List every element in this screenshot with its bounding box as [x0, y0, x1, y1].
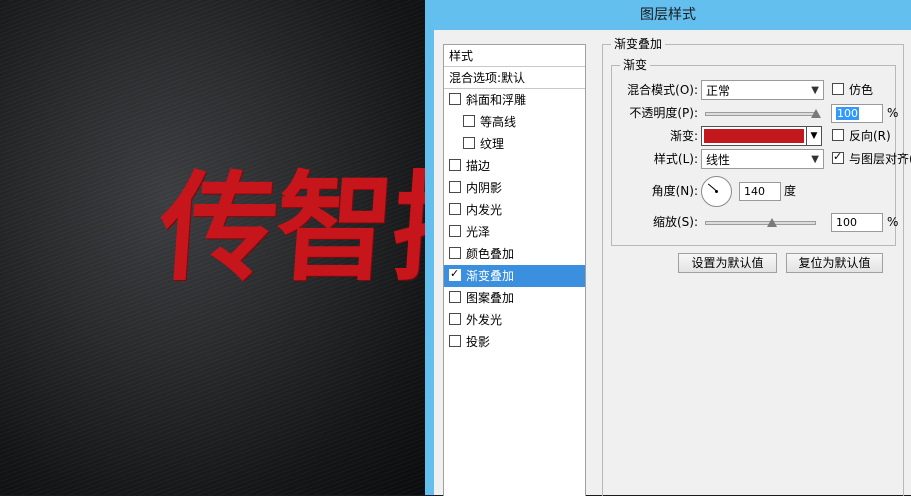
- style-item[interactable]: 图案叠加: [444, 287, 585, 309]
- opacity-input[interactable]: 100: [831, 104, 883, 123]
- angle-dial-center: [715, 190, 718, 193]
- angle-dial[interactable]: [701, 176, 732, 207]
- dither-option[interactable]: 仿色: [832, 80, 873, 100]
- gradient-style-value: 线性: [706, 153, 731, 167]
- angle-input[interactable]: 140: [739, 182, 781, 201]
- group-title: 渐变: [620, 58, 651, 72]
- angle-unit: 度: [784, 184, 797, 198]
- style-item-checkbox[interactable]: [449, 159, 461, 171]
- scale-input[interactable]: 100: [831, 213, 883, 232]
- style-item-checkbox[interactable]: [449, 93, 461, 105]
- canvas-clip: 传智插: [0, 0, 425, 495]
- style-item-label: 光泽: [466, 225, 491, 239]
- blend-options-item[interactable]: 混合选项:默认: [444, 67, 585, 89]
- style-item-checkbox[interactable]: [449, 181, 461, 193]
- style-item[interactable]: 颜色叠加: [444, 243, 585, 265]
- styles-header[interactable]: 样式: [444, 45, 585, 67]
- style-item[interactable]: 纹理: [444, 133, 585, 155]
- scale-slider[interactable]: [705, 221, 816, 225]
- style-item[interactable]: 投影: [444, 331, 585, 353]
- style-item-label: 斜面和浮雕: [466, 93, 527, 107]
- style-item-label: 描边: [466, 159, 491, 173]
- style-label: 样式(L):: [653, 152, 698, 166]
- align-checkbox[interactable]: [832, 148, 844, 166]
- reset-default-button[interactable]: 复位为默认值: [786, 253, 883, 273]
- style-item-label: 渐变叠加: [466, 269, 515, 283]
- style-item[interactable]: 等高线: [444, 111, 585, 133]
- gradient-style-select[interactable]: 线性 ▼: [701, 149, 824, 169]
- style-item-label: 投影: [466, 335, 491, 349]
- make-default-button[interactable]: 设置为默认值: [678, 253, 777, 273]
- chevron-down-icon: ▼: [811, 154, 819, 165]
- opacity-label: 不透明度(P):: [629, 106, 698, 120]
- gradient-picker[interactable]: [701, 126, 807, 146]
- chevron-down-icon: ▼: [811, 85, 819, 96]
- gradient-preview: [704, 129, 804, 143]
- style-item-label: 外发光: [466, 313, 503, 327]
- style-item[interactable]: 斜面和浮雕: [444, 89, 585, 111]
- dither-label: 仿色: [849, 83, 874, 97]
- style-item-checkbox[interactable]: [449, 225, 461, 237]
- style-item-checkbox[interactable]: [449, 291, 461, 303]
- angle-value: 140: [744, 185, 765, 198]
- section-title: 渐变叠加: [611, 37, 666, 51]
- style-item-label: 图案叠加: [466, 291, 515, 305]
- style-item[interactable]: 光泽: [444, 221, 585, 243]
- style-item-checkbox[interactable]: [449, 247, 461, 259]
- dialog-title: 图层样式: [640, 7, 696, 23]
- style-item-label: 纹理: [480, 137, 505, 151]
- style-item-checkbox[interactable]: [449, 265, 461, 283]
- style-item[interactable]: 描边: [444, 155, 585, 177]
- layer-style-dialog: 图层样式 样式 混合选项:默认 斜面和浮雕等高线纹理描边内阴影内发光光泽颜色叠加…: [425, 0, 911, 496]
- align-option[interactable]: 与图层对齐(I): [832, 148, 911, 169]
- style-item-checkbox[interactable]: [449, 335, 461, 347]
- dialog-body: 样式 混合选项:默认 斜面和浮雕等高线纹理描边内阴影内发光光泽颜色叠加渐变叠加图…: [434, 30, 911, 496]
- blend-mode-value: 正常: [706, 84, 731, 98]
- style-list: 样式 混合选项:默认 斜面和浮雕等高线纹理描边内阴影内发光光泽颜色叠加渐变叠加图…: [443, 44, 586, 496]
- align-label: 与图层对齐(I): [849, 152, 911, 166]
- reverse-checkbox[interactable]: [832, 129, 844, 141]
- style-item-checkbox[interactable]: [449, 313, 461, 325]
- dither-checkbox[interactable]: [832, 83, 844, 95]
- reverse-label: 反向(R): [849, 129, 891, 143]
- style-item[interactable]: 外发光: [444, 309, 585, 331]
- blend-mode-label: 混合模式(O):: [627, 83, 698, 97]
- reverse-option[interactable]: 反向(R): [832, 126, 891, 146]
- gradient-group: 渐变 混合模式(O): 正常 ▼ 仿色 不透明度(P): 100 % 渐变: ▼…: [611, 58, 911, 246]
- scale-slider-thumb[interactable]: [767, 218, 777, 227]
- style-item-label: 颜色叠加: [466, 247, 515, 261]
- scale-label: 缩放(S):: [652, 215, 698, 229]
- gradient-dropdown-arrow[interactable]: ▼: [806, 126, 822, 146]
- opacity-slider-thumb[interactable]: [811, 109, 821, 118]
- red-art-text: 传智插: [155, 159, 425, 297]
- opacity-unit: %: [887, 106, 899, 120]
- opacity-value: 100: [836, 107, 859, 120]
- style-item-label: 内阴影: [466, 181, 503, 195]
- style-item-checkbox[interactable]: [463, 137, 475, 149]
- style-item[interactable]: 内阴影: [444, 177, 585, 199]
- style-item-checkbox[interactable]: [449, 203, 461, 215]
- blend-mode-select[interactable]: 正常 ▼: [701, 80, 824, 100]
- opacity-slider[interactable]: [705, 112, 816, 116]
- style-item-checkbox[interactable]: [463, 115, 475, 127]
- scale-value: 100: [836, 216, 857, 229]
- style-item-label: 内发光: [466, 203, 503, 217]
- style-item-label: 等高线: [480, 115, 517, 129]
- scale-unit: %: [887, 215, 899, 229]
- document-canvas[interactable]: 传智插: [0, 0, 425, 495]
- gradient-label: 渐变:: [669, 129, 698, 143]
- gradient-overlay-panel: 渐变叠加 渐变 混合模式(O): 正常 ▼ 仿色 不透明度(P): 100 %: [602, 37, 911, 496]
- style-item[interactable]: 渐变叠加: [444, 265, 585, 287]
- angle-label: 角度(N):: [651, 184, 698, 198]
- style-item[interactable]: 内发光: [444, 199, 585, 221]
